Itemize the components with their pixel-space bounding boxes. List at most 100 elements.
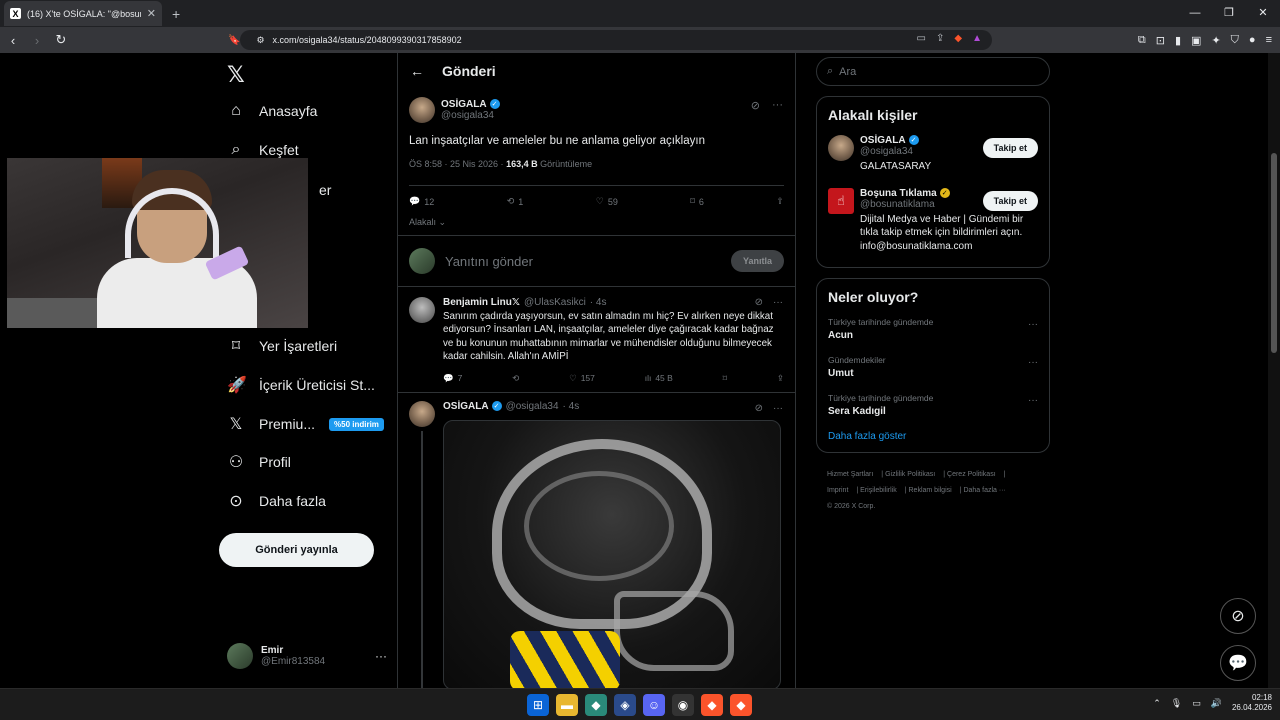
author-handle[interactable]: @osigala34 [506,401,559,412]
post-time[interactable]: ÖS 8:58 · 25 Nis 2026 · [409,159,504,169]
brave-rewards-icon[interactable]: ▲ [972,33,982,44]
nav-item-premium[interactable]: 𝕏 Premiu... %50 indirim [227,414,384,434]
repost-action[interactable]: ⟲ 1 [507,196,524,207]
footer-link[interactable]: Reklam bilgisi [909,487,952,494]
windows-start-icon[interactable]: ⊞ [527,694,549,716]
avatar[interactable] [409,400,435,427]
reload-icon[interactable]: ↻ [50,32,72,48]
share-action[interactable]: ⇪ [776,196,784,207]
person-item[interactable]: OSİGALA ✓ @osigala34 GALATASARAY Takip et [828,135,1038,174]
bookmark-action[interactable]: ⌑ [723,373,727,384]
more-icon[interactable]: ··· [1028,395,1038,406]
more-icon[interactable]: ··· [773,297,783,308]
grok-icon[interactable]: ⊘ [751,99,760,112]
x-logo-icon[interactable]: 𝕏 [227,62,245,88]
reply-input[interactable]: Yanıtını gönder [445,254,721,269]
address-bar[interactable]: 🔖 ⚙ x.com/osigala34/status/2048099390317… [228,30,992,50]
account-switcher[interactable]: Emir @Emir813584 ··· [227,643,387,669]
repost-action[interactable]: ⟲ [512,373,519,384]
follow-button[interactable]: Takip et [982,138,1038,158]
reply-post[interactable]: Benjamin Linu𝕏 @UlasKasikci · 4s Sanırım… [398,287,795,393]
author-handle[interactable]: @osigala34 [441,110,500,121]
footer-link[interactable]: Imprint [827,487,848,494]
search-input[interactable]: ⌕ Ara [816,57,1050,86]
trend-item[interactable]: Türkiye tarihinde gündemde Sera Kadıgil … [828,393,1038,417]
scrollbar-thumb[interactable] [1271,153,1277,353]
app-icon[interactable]: ◆ [585,694,607,716]
like-action[interactable]: ♡ 59 [596,196,618,207]
file-explorer-icon[interactable]: ▬ [556,694,578,716]
reply-action[interactable]: 💬 7 [443,373,462,384]
brave-shields-icon[interactable]: ◆ [954,33,962,44]
footer-link[interactable]: Çerez Politikası [947,471,996,478]
post-image[interactable] [443,419,781,688]
grok-icon[interactable]: ⊘ [755,297,763,308]
author-name[interactable]: OSİGALA ✓ [443,401,502,412]
mic-icon[interactable]: 🎙 [1171,698,1182,709]
bookmark-action[interactable]: ⌑ 6 [690,196,704,207]
brave-icon[interactable]: ◆ [701,694,723,716]
share-action[interactable]: ⇪ [777,373,784,384]
avatar[interactable]: ☝ [828,187,854,214]
footer-link[interactable]: Erişilebilirlik [860,487,897,494]
footer-link[interactable]: Hizmet Şartları [827,471,873,478]
network-icon[interactable]: ▭ [1192,698,1201,709]
sidebar-icon[interactable]: ▮ [1175,34,1181,47]
person-item[interactable]: ☝ Boşuna Tıklama ✓ @bosunatiklama Dijital… [828,187,1038,254]
author-name[interactable]: OSİGALA ✓ [441,99,500,110]
more-icon[interactable]: ··· [773,403,783,414]
avatar[interactable] [409,97,435,123]
back-arrow-icon[interactable]: ← [410,63,424,79]
site-info-icon[interactable]: ⚙ [256,35,264,46]
grok-fab-icon[interactable]: ⊘ [1220,598,1256,634]
extensions-icon[interactable]: ⧉ [1138,34,1146,47]
vpn-icon[interactable]: ⛉ [1231,34,1239,47]
nav-item-bookmarks[interactable]: ⌑ Yer İşaretleri [227,336,337,356]
menu-icon[interactable]: ≡ [1266,34,1272,46]
app-icon[interactable]: ◈ [614,694,636,716]
show-more-link[interactable]: Daha fazla göster [828,431,1038,442]
more-icon[interactable]: ··· [375,649,387,663]
wallet-icon[interactable]: ▣ [1191,34,1201,47]
brave-icon[interactable]: ◆ [730,694,752,716]
maximize-icon[interactable]: ❐ [1212,0,1246,27]
thread-post[interactable]: OSİGALA ✓ @osigala34 · 4s ⊘ ··· [398,393,795,688]
grok-icon[interactable]: ⊘ [755,403,763,414]
footer-link[interactable]: Daha fazla ··· [963,487,1005,494]
sort-dropdown[interactable]: Alakalı ⌄ [409,217,784,228]
cast-icon[interactable]: ▭ [917,33,926,44]
nav-item-explore[interactable]: ⌕ Keşfet [227,141,299,159]
screenshot-icon[interactable]: ⊡ [1156,34,1165,47]
trend-item[interactable]: Türkiye tarihinde gündemde Acun ··· [828,317,1038,341]
author-name[interactable]: Benjamin Linu𝕏 [443,297,520,308]
leo-icon[interactable]: ✦ [1211,34,1220,47]
avatar[interactable] [828,135,854,161]
system-clock[interactable]: 02:18 26.04.2026 [1232,693,1272,714]
share-icon[interactable]: ⇪ [936,33,944,44]
post-button[interactable]: Gönderi yayınla [219,533,374,567]
avatar[interactable] [409,297,435,324]
back-icon[interactable]: ‹ [2,33,24,48]
messages-fab-icon[interactable]: 💬 [1220,645,1256,681]
like-action[interactable]: ♡ 157 [569,373,595,384]
chevron-up-icon[interactable]: ⌃ [1153,698,1161,709]
views-action[interactable]: ılı 45 B [645,373,673,384]
obs-icon[interactable]: ◉ [672,694,694,716]
more-icon[interactable]: ··· [1028,357,1038,368]
reply-button[interactable]: Yanıtla [730,250,784,273]
reply-action[interactable]: 💬 12 [409,196,434,207]
new-tab-button[interactable]: + [172,6,180,22]
close-window-icon[interactable]: ✕ [1246,0,1280,27]
more-icon[interactable]: ··· [1028,319,1038,330]
more-icon[interactable]: ··· [772,99,783,112]
trend-item[interactable]: Gündemdekiler Umut ··· [828,355,1038,379]
nav-item-creator-studio[interactable]: 🚀 İçerik Üreticisi St... [227,375,375,395]
discord-icon[interactable]: ☺ [643,694,665,716]
minimize-icon[interactable]: — [1178,0,1212,27]
footer-link[interactable]: Gizlilik Politikası [885,471,935,478]
bookmark-page-icon[interactable]: 🔖 [228,35,240,46]
nav-item-home[interactable]: ⌂ Anasayfa [227,102,317,120]
close-tab-icon[interactable]: ✕ [147,7,156,20]
volume-icon[interactable]: 🔊 [1211,698,1222,709]
page-scrollbar[interactable] [1268,53,1280,688]
